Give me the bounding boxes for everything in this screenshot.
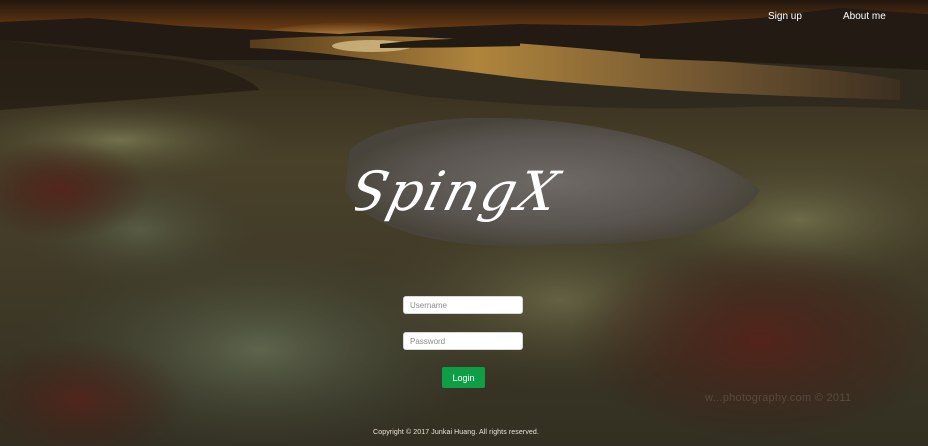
spingx-logo: SpingX — [355, 160, 567, 223]
nav-signup-link[interactable]: Sign up — [768, 11, 802, 23]
nav-about-link[interactable]: About me — [843, 11, 886, 23]
login-button[interactable]: Login — [442, 367, 485, 388]
photo-watermark: w...photography.com © 2011 — [705, 392, 852, 404]
login-page: Sign up About me SpingX Login w...photog… — [0, 0, 928, 446]
username-input[interactable] — [403, 296, 523, 314]
password-input[interactable] — [403, 332, 523, 350]
logo-text: SpingX — [355, 160, 567, 223]
copyright-text: Copyright © 2017 Junkai Huang. All right… — [373, 429, 539, 436]
copyright-footer: Copyright © 2017 Junkai Huang. All right… — [0, 429, 928, 436]
